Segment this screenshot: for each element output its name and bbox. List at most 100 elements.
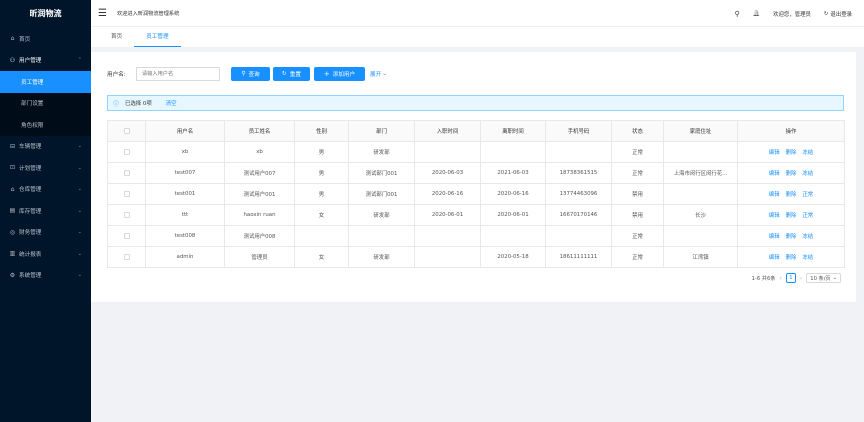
sidebar-item-report[interactable]: ▥ 统计报表 ⌄ — [0, 243, 91, 265]
row-action-link[interactable]: 编辑 — [769, 150, 780, 156]
sidebar-item-settings[interactable]: ⚙ 系统管理 ⌄ — [0, 265, 91, 287]
tab-employee-management[interactable]: 员工管理 — [134, 27, 181, 47]
cell-leave: 2020-06-16 — [480, 183, 546, 205]
cell-gender — [294, 225, 349, 247]
cell-name: 管理员 — [224, 246, 295, 268]
chevron-down-icon: ⌄ — [382, 70, 387, 77]
search-icon[interactable]: ⚲ — [735, 10, 740, 18]
row-action-link[interactable]: 冻结 — [802, 255, 813, 261]
row-action-link[interactable]: 删除 — [786, 255, 797, 261]
row-action-link[interactable]: 冻结 — [802, 150, 813, 156]
sidebar-item-user[interactable]: ⚇ 用户管理 ⌃ — [0, 50, 91, 72]
sidebar-subitem[interactable]: 员工管理 — [0, 71, 91, 93]
cell-gender: 男 — [294, 183, 349, 205]
clear-selection-link[interactable]: 清空 — [166, 99, 177, 107]
menu-toggle-icon[interactable]: ☰ — [98, 8, 110, 19]
row-action-link[interactable]: 编辑 — [769, 171, 780, 177]
row-action-link[interactable]: 编辑 — [769, 192, 780, 198]
column-header: 状态 — [611, 120, 664, 142]
table-body: xb xb 男研发部 正常 编辑 删除 冻结 test007 测试用户007 男测试部门001 20… — [107, 141, 845, 268]
inventory-icon: ▤ — [9, 207, 16, 215]
row-action-link[interactable]: 冻结 — [802, 234, 813, 240]
search-icon: ⚲ — [241, 70, 246, 77]
column-header: 操作 — [737, 120, 845, 142]
row-action-link[interactable]: 删除 — [786, 150, 797, 156]
select-all-checkbox[interactable] — [123, 127, 130, 134]
car-icon: ⊟ — [9, 142, 16, 150]
column-header: 部门 — [348, 120, 415, 142]
cell-leave — [480, 141, 546, 163]
row-checkbox[interactable] — [123, 253, 130, 260]
sidebar-item-plan[interactable]: ⊡ 计划管理 ⌄ — [0, 157, 91, 179]
sidebar-item-warehouse[interactable]: ⌂ 仓库管理 ⌄ — [0, 179, 91, 201]
cell-address — [663, 225, 738, 247]
sidebar-item-inventory[interactable]: ▤ 库存管理 ⌄ — [0, 200, 91, 222]
sidebar-item-label: 用户管理 — [19, 58, 42, 65]
cell-address — [663, 183, 738, 205]
cell-join — [414, 225, 481, 247]
pagination-total: 1-6 共6条 — [751, 275, 776, 282]
row-select-cell — [107, 183, 146, 205]
cell-actions: 编辑 删除 冻结 — [737, 141, 845, 163]
prev-page-icon[interactable]: ‹ — [779, 275, 781, 282]
cell-join — [414, 141, 481, 163]
header-actions: ⚲ 🔔 欢迎您，管理员 ↻ 退出登录 — [735, 0, 852, 27]
home-icon: ⌂ — [10, 35, 15, 43]
cell-leave: 2021-06-03 — [480, 162, 546, 184]
expand-filters-link[interactable]: 展开 ⌄ — [370, 70, 387, 78]
sidebar-subitem[interactable]: 角色权限 — [0, 114, 91, 136]
chevron-down-icon: ⌄ — [77, 143, 82, 150]
row-select-cell — [107, 204, 146, 226]
row-checkbox[interactable] — [123, 211, 130, 218]
page-1-button[interactable]: 1 — [785, 273, 796, 283]
row-checkbox[interactable] — [123, 190, 130, 197]
plus-icon: + — [323, 69, 330, 78]
reset-button[interactable]: ↻ 重置 — [273, 66, 310, 81]
sidebar-item-label: 仓库管理 — [19, 187, 42, 194]
cell-address: 上海市闵行区闵行花... — [663, 162, 738, 184]
cell-status: 禁用 — [611, 204, 664, 226]
row-action-link[interactable]: 冻结 — [802, 171, 813, 177]
row-select-cell — [107, 225, 146, 247]
table-row: test001 测试用户001 男测试部门001 2020-06-16 2020-06-… — [107, 183, 845, 205]
row-action-link[interactable]: 正常 — [802, 192, 813, 198]
cell-dept — [348, 225, 415, 247]
bell-icon[interactable]: 🔔 — [753, 10, 760, 17]
add-user-button[interactable]: + 添加用户 — [314, 66, 365, 81]
query-label: 查询 — [248, 71, 260, 78]
row-action-link[interactable]: 编辑 — [769, 255, 780, 261]
info-icon: ⓘ — [113, 100, 120, 108]
row-checkbox[interactable] — [123, 232, 130, 239]
row-action-link[interactable]: 编辑 — [769, 234, 780, 240]
chevron-down-icon: ⌄ — [77, 186, 82, 193]
sidebar-item-finance[interactable]: ◎ 财务管理 ⌄ — [0, 222, 91, 244]
row-action-link[interactable]: 删除 — [786, 234, 797, 240]
logout-button[interactable]: ↻ 退出登录 — [824, 10, 852, 18]
cell-dept: 研发部 — [348, 246, 415, 268]
row-action-link[interactable]: 正常 — [802, 213, 813, 219]
cell-name: 测试用户001 — [224, 183, 295, 205]
row-action-link[interactable]: 编辑 — [769, 213, 780, 219]
reset-label: 重置 — [289, 71, 301, 78]
user-greeting[interactable]: 欢迎您，管理员 — [773, 10, 811, 18]
query-button[interactable]: ⚲ 查询 — [231, 66, 270, 81]
row-checkbox[interactable] — [123, 169, 130, 176]
row-action-link[interactable]: 删除 — [786, 171, 797, 177]
username-search-input[interactable] — [136, 66, 220, 81]
finance-icon: ◎ — [9, 228, 16, 236]
sidebar-item-car[interactable]: ⊟ 车辆管理 ⌄ — [0, 136, 91, 158]
next-page-icon[interactable]: › — [800, 275, 802, 282]
cell-phone: 18611111111 — [545, 246, 612, 268]
page-size-select[interactable]: 10 条/页 ⌄ — [806, 273, 841, 283]
row-select-cell — [107, 162, 146, 184]
sidebar-subitem[interactable]: 部门设置 — [0, 92, 91, 114]
sidebar-item-label: 库存管理 — [19, 208, 42, 215]
chevron-down-icon: ⌄ — [77, 207, 82, 214]
row-action-link[interactable]: 删除 — [786, 213, 797, 219]
app-logo: 昕润物流 — [29, 9, 62, 18]
sidebar-item-label: 首页 — [19, 36, 31, 43]
sidebar-item-home[interactable]: ⌂ 首页 — [0, 28, 91, 50]
tab-home[interactable]: 首页 — [99, 27, 134, 47]
row-action-link[interactable]: 删除 — [786, 192, 797, 198]
row-checkbox[interactable] — [123, 148, 130, 155]
